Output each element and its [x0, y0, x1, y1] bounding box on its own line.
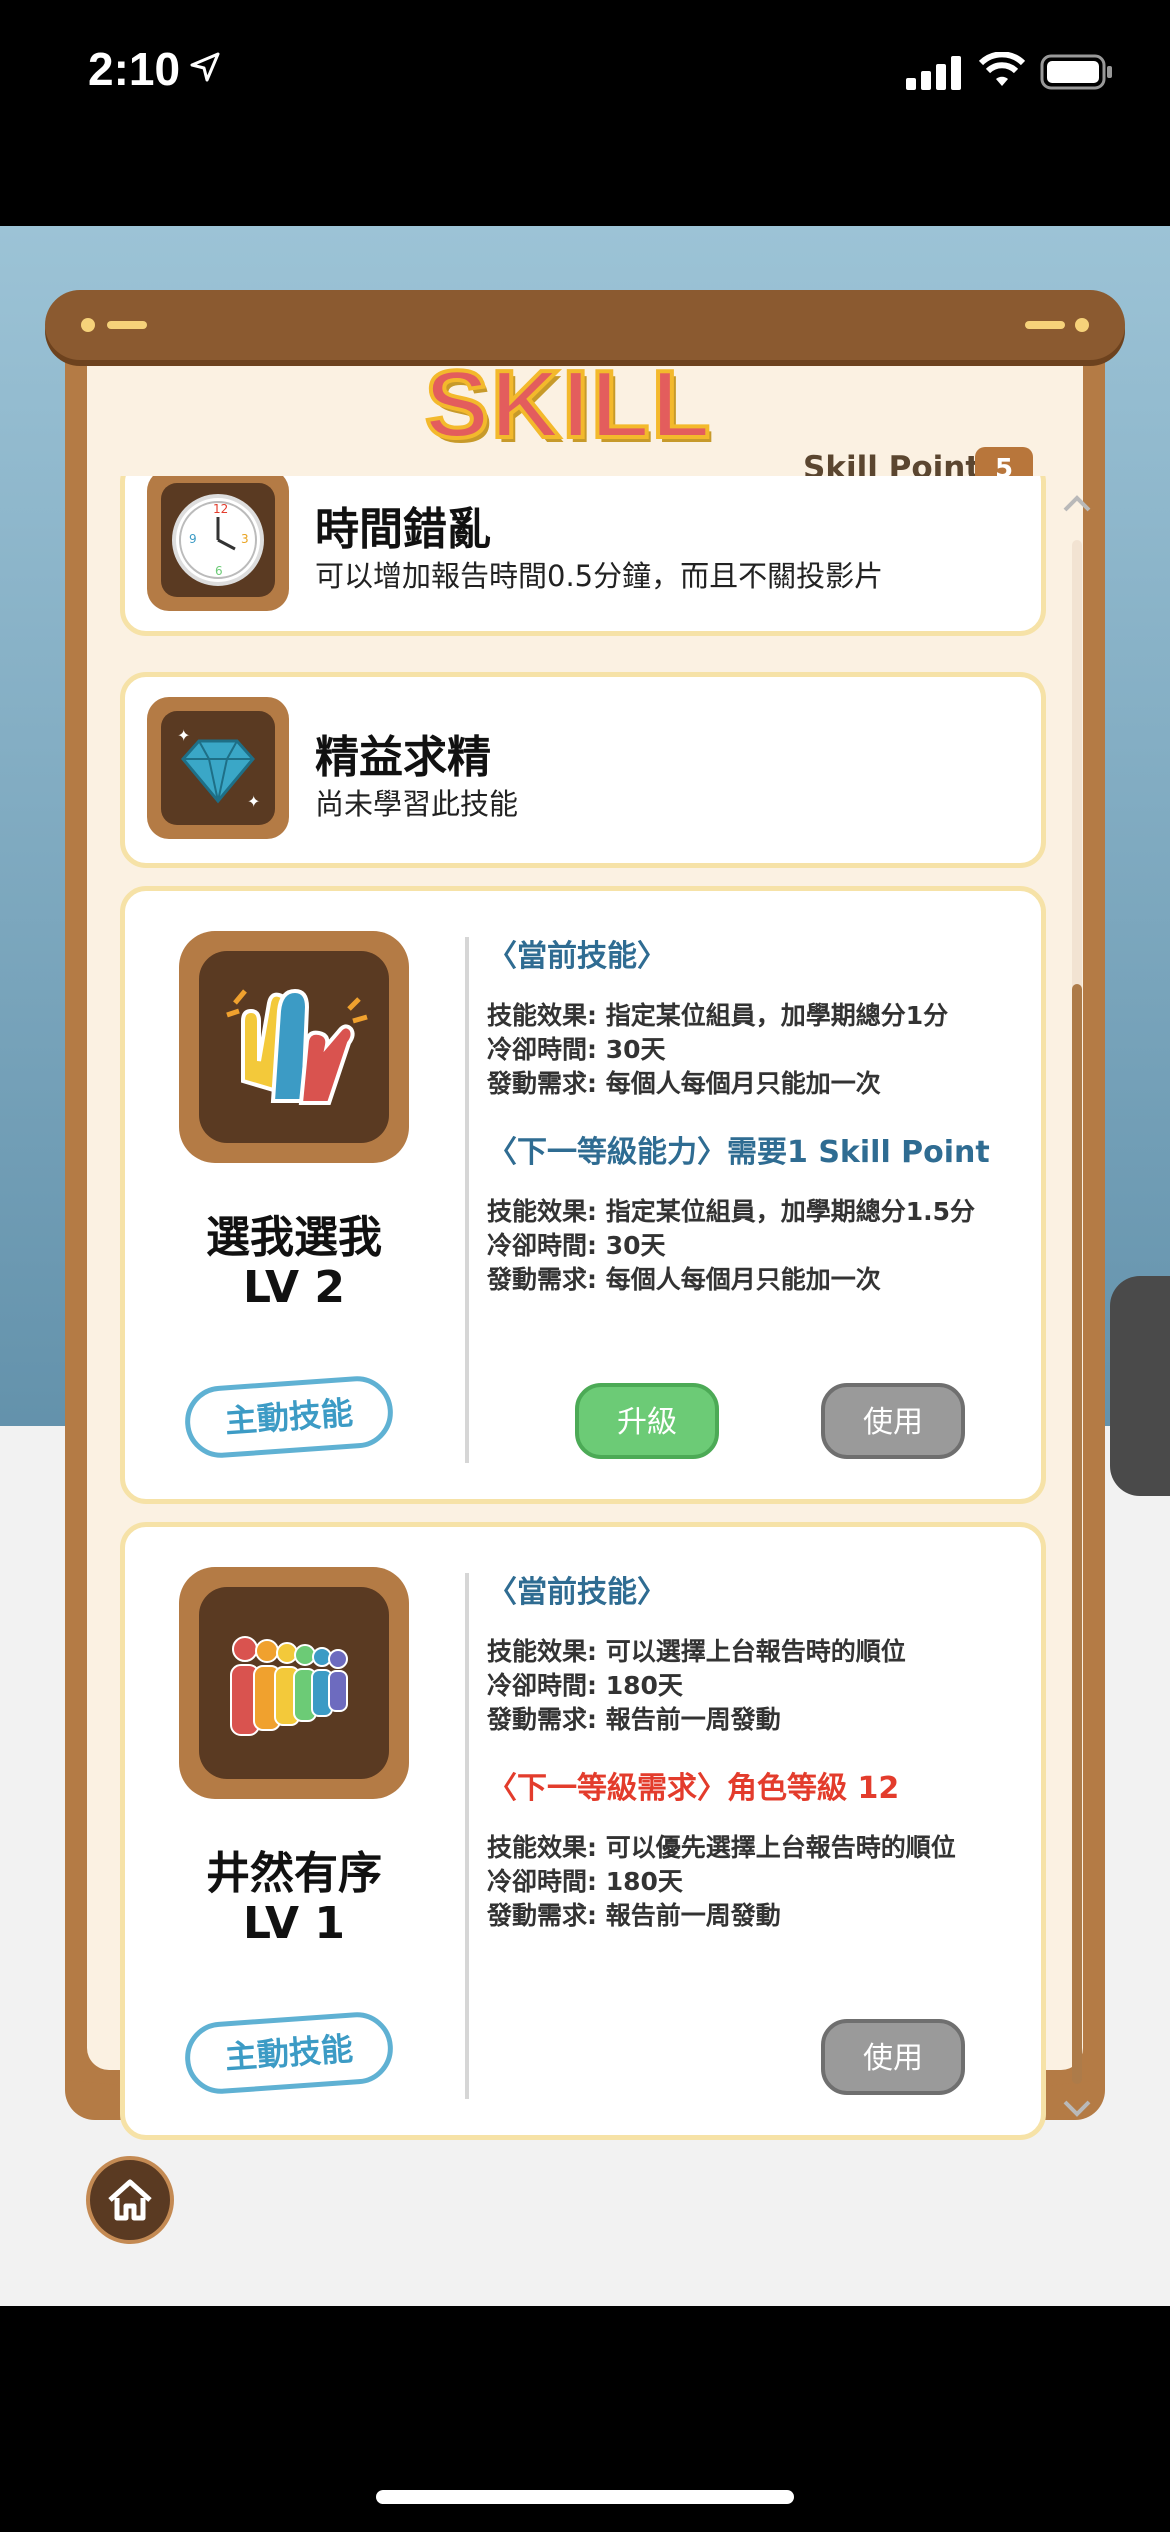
skill-card-refine[interactable]: ✦ ✦ 精益求精 尚未學習此技能 [120, 672, 1046, 868]
skill-level: LV 2 [243, 1262, 345, 1313]
wifi-icon [978, 52, 1026, 86]
raised-hands-icon [179, 931, 409, 1163]
current-cooldown: 冷卻時間: 180天 [487, 1671, 683, 1700]
status-time: 2:10 [88, 43, 181, 95]
current-effect: 技能效果: 可以選擇上台報告時的順位 [487, 1637, 906, 1666]
next-effect: 技能效果: 可以優先選擇上台報告時的順位 [487, 1833, 956, 1862]
next-level-requirement-title: 〈下一等級需求〉角色等級 12 [487, 1771, 900, 1806]
location-arrow-icon [190, 52, 220, 82]
skill-description: 尚未學習此技能 [315, 787, 519, 821]
current-requirement: 發動需求: 報告前一周發動 [487, 1705, 781, 1734]
skill-description: 可以增加報告時間0.5分鐘，而且不關投影片 [315, 559, 884, 593]
scrollbar-thumb[interactable] [1072, 984, 1082, 2084]
svg-text:6: 6 [215, 564, 223, 578]
current-cooldown: 冷卻時間: 30天 [487, 1035, 666, 1064]
skill-card-in-order[interactable]: 井然有序 LV 1 主動技能 〈當前技能〉 技能效果: 可以選擇上台報告時的順位… [120, 1522, 1046, 2140]
scroll-down-icon[interactable] [1062, 2098, 1092, 2120]
clock-icon: 12 9 3 6 [147, 476, 289, 611]
status-bar: 2:10 [0, 0, 1170, 150]
svg-text:9: 9 [189, 532, 197, 546]
skill-name: 精益求精 [315, 732, 491, 783]
cellular-signal-icon [906, 56, 961, 90]
current-effect: 技能效果: 指定某位組員，加學期總分1分 [487, 1001, 949, 1030]
active-skill-tag: 主動技能 [182, 2009, 396, 2097]
scroll-up-icon[interactable] [1062, 492, 1092, 514]
home-indicator [376, 2490, 794, 2504]
skill-card-time-chaos[interactable]: 12 9 3 6 時間錯亂 可以增加報告時間0.5分鐘，而且不關投影片 [120, 476, 1046, 636]
skill-card-pick-me[interactable]: 選我選我 LV 2 主動技能 〈當前技能〉 技能效果: 指定某位組員，加學期總分… [120, 886, 1046, 1504]
skill-list[interactable]: 12 9 3 6 時間錯亂 可以增加報告時間0.5分鐘，而且不關投影片 ✦ ✦ … [120, 476, 1050, 2144]
active-skill-tag: 主動技能 [182, 1373, 396, 1461]
next-level-title: 〈下一等級能力〉需要1 Skill Point [487, 1135, 990, 1170]
next-cooldown: 冷卻時間: 180天 [487, 1867, 683, 1896]
skill-name: 選我選我 [206, 1212, 382, 1263]
svg-text:12: 12 [213, 502, 228, 516]
skill-name: 時間錯亂 [315, 504, 491, 555]
skill-name: 井然有序 [206, 1848, 382, 1899]
next-effect: 技能效果: 指定某位組員，加學期總分1.5分 [487, 1197, 975, 1226]
page-title: SKILL [423, 349, 713, 460]
current-requirement: 發動需求: 每個人每個月只能加一次 [487, 1069, 881, 1098]
home-button[interactable] [86, 2156, 174, 2244]
use-button[interactable]: 使用 [821, 1383, 965, 1459]
diamond-icon: ✦ ✦ [147, 697, 289, 839]
next-requirement: 發動需求: 報告前一周發動 [487, 1901, 781, 1930]
battery-icon [1040, 54, 1112, 90]
upgrade-button[interactable]: 升級 [575, 1383, 719, 1459]
current-skill-title: 〈當前技能〉 [487, 1575, 667, 1610]
next-cooldown: 冷卻時間: 30天 [487, 1231, 666, 1260]
home-icon [108, 2179, 152, 2221]
people-line-icon [179, 1567, 409, 1799]
svg-text:✦: ✦ [247, 792, 260, 811]
next-requirement: 發動需求: 每個人每個月只能加一次 [487, 1265, 881, 1294]
svg-text:3: 3 [241, 532, 249, 546]
current-skill-title: 〈當前技能〉 [487, 939, 667, 974]
svg-text:✦: ✦ [177, 726, 190, 745]
use-button[interactable]: 使用 [821, 2019, 965, 2095]
skill-level: LV 1 [243, 1898, 345, 1949]
